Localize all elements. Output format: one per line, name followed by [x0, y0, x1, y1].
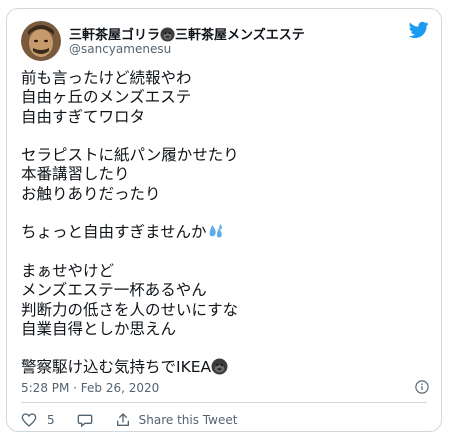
- sweat-droplets-emoji-icon: [209, 224, 222, 238]
- tweet-text: 前も言ったけど続報やわ 自由ヶ丘のメンズエステ 自由すぎてワロタ セラピストに紙…: [21, 69, 431, 378]
- tweet-line: お触りありだったり: [21, 184, 161, 203]
- reply-button[interactable]: [77, 412, 93, 428]
- heart-icon: [21, 413, 37, 427]
- gorilla-emoji-icon: [160, 27, 175, 42]
- tweet-line: 自業自得としか思えん: [21, 319, 177, 338]
- tweet-line: 自由ヶ丘のメンズエステ: [21, 88, 192, 107]
- tweet-timestamp[interactable]: 5:28 PM · Feb 26, 2020: [21, 381, 159, 395]
- display-name[interactable]: 三軒茶屋ゴリラ 三軒茶屋メンズエステ: [69, 24, 305, 43]
- user-handle[interactable]: @sancyamenesu: [69, 42, 171, 56]
- tweet-line: 判断力の低さを人のせいにすな: [21, 300, 239, 319]
- tweet-line: 本番講習したり: [21, 165, 130, 184]
- tweet-line: メンズエステ一杯あるやん: [21, 281, 207, 300]
- like-count: 5: [47, 413, 55, 427]
- tweet-line: 警察駆け込む気持ちでIKEA: [21, 358, 431, 377]
- avatar-photo: [21, 21, 61, 61]
- share-label: Share this Tweet: [138, 413, 238, 427]
- gorilla-emoji-icon: [211, 358, 228, 375]
- divider: [21, 402, 427, 403]
- tweet-line: 前も言ったけど続報やわ: [21, 69, 192, 87]
- comment-icon: [77, 414, 92, 428]
- info-icon[interactable]: [415, 380, 429, 394]
- tweet-actions: 5 Share this Tweet: [21, 412, 237, 428]
- tweet-line-text: 警察駆け込む気持ちでIKEA: [21, 358, 212, 377]
- tweet-line: ちょっと自由すぎませんか: [21, 223, 431, 242]
- share-icon: [116, 413, 129, 426]
- tweet-line: セラピストに紙パン履かせたり: [21, 146, 239, 165]
- tweet-card[interactable]: 三軒茶屋ゴリラ 三軒茶屋メンズエステ @sancyamenesu 前も言ったけど…: [6, 8, 442, 432]
- avatar[interactable]: [21, 21, 61, 61]
- share-button[interactable]: Share this Tweet: [115, 412, 238, 428]
- like-button[interactable]: 5: [21, 412, 55, 428]
- tweet-line-text: ちょっと自由すぎませんか: [21, 223, 207, 242]
- twitter-bird-icon[interactable]: [409, 21, 429, 39]
- tweet-line: 自由すぎてワロタ: [21, 107, 146, 126]
- display-name-part2: 三軒茶屋メンズエステ: [175, 28, 305, 43]
- display-name-part1: 三軒茶屋ゴリラ: [69, 28, 161, 43]
- tweet-line: まぁせやけど: [21, 261, 115, 280]
